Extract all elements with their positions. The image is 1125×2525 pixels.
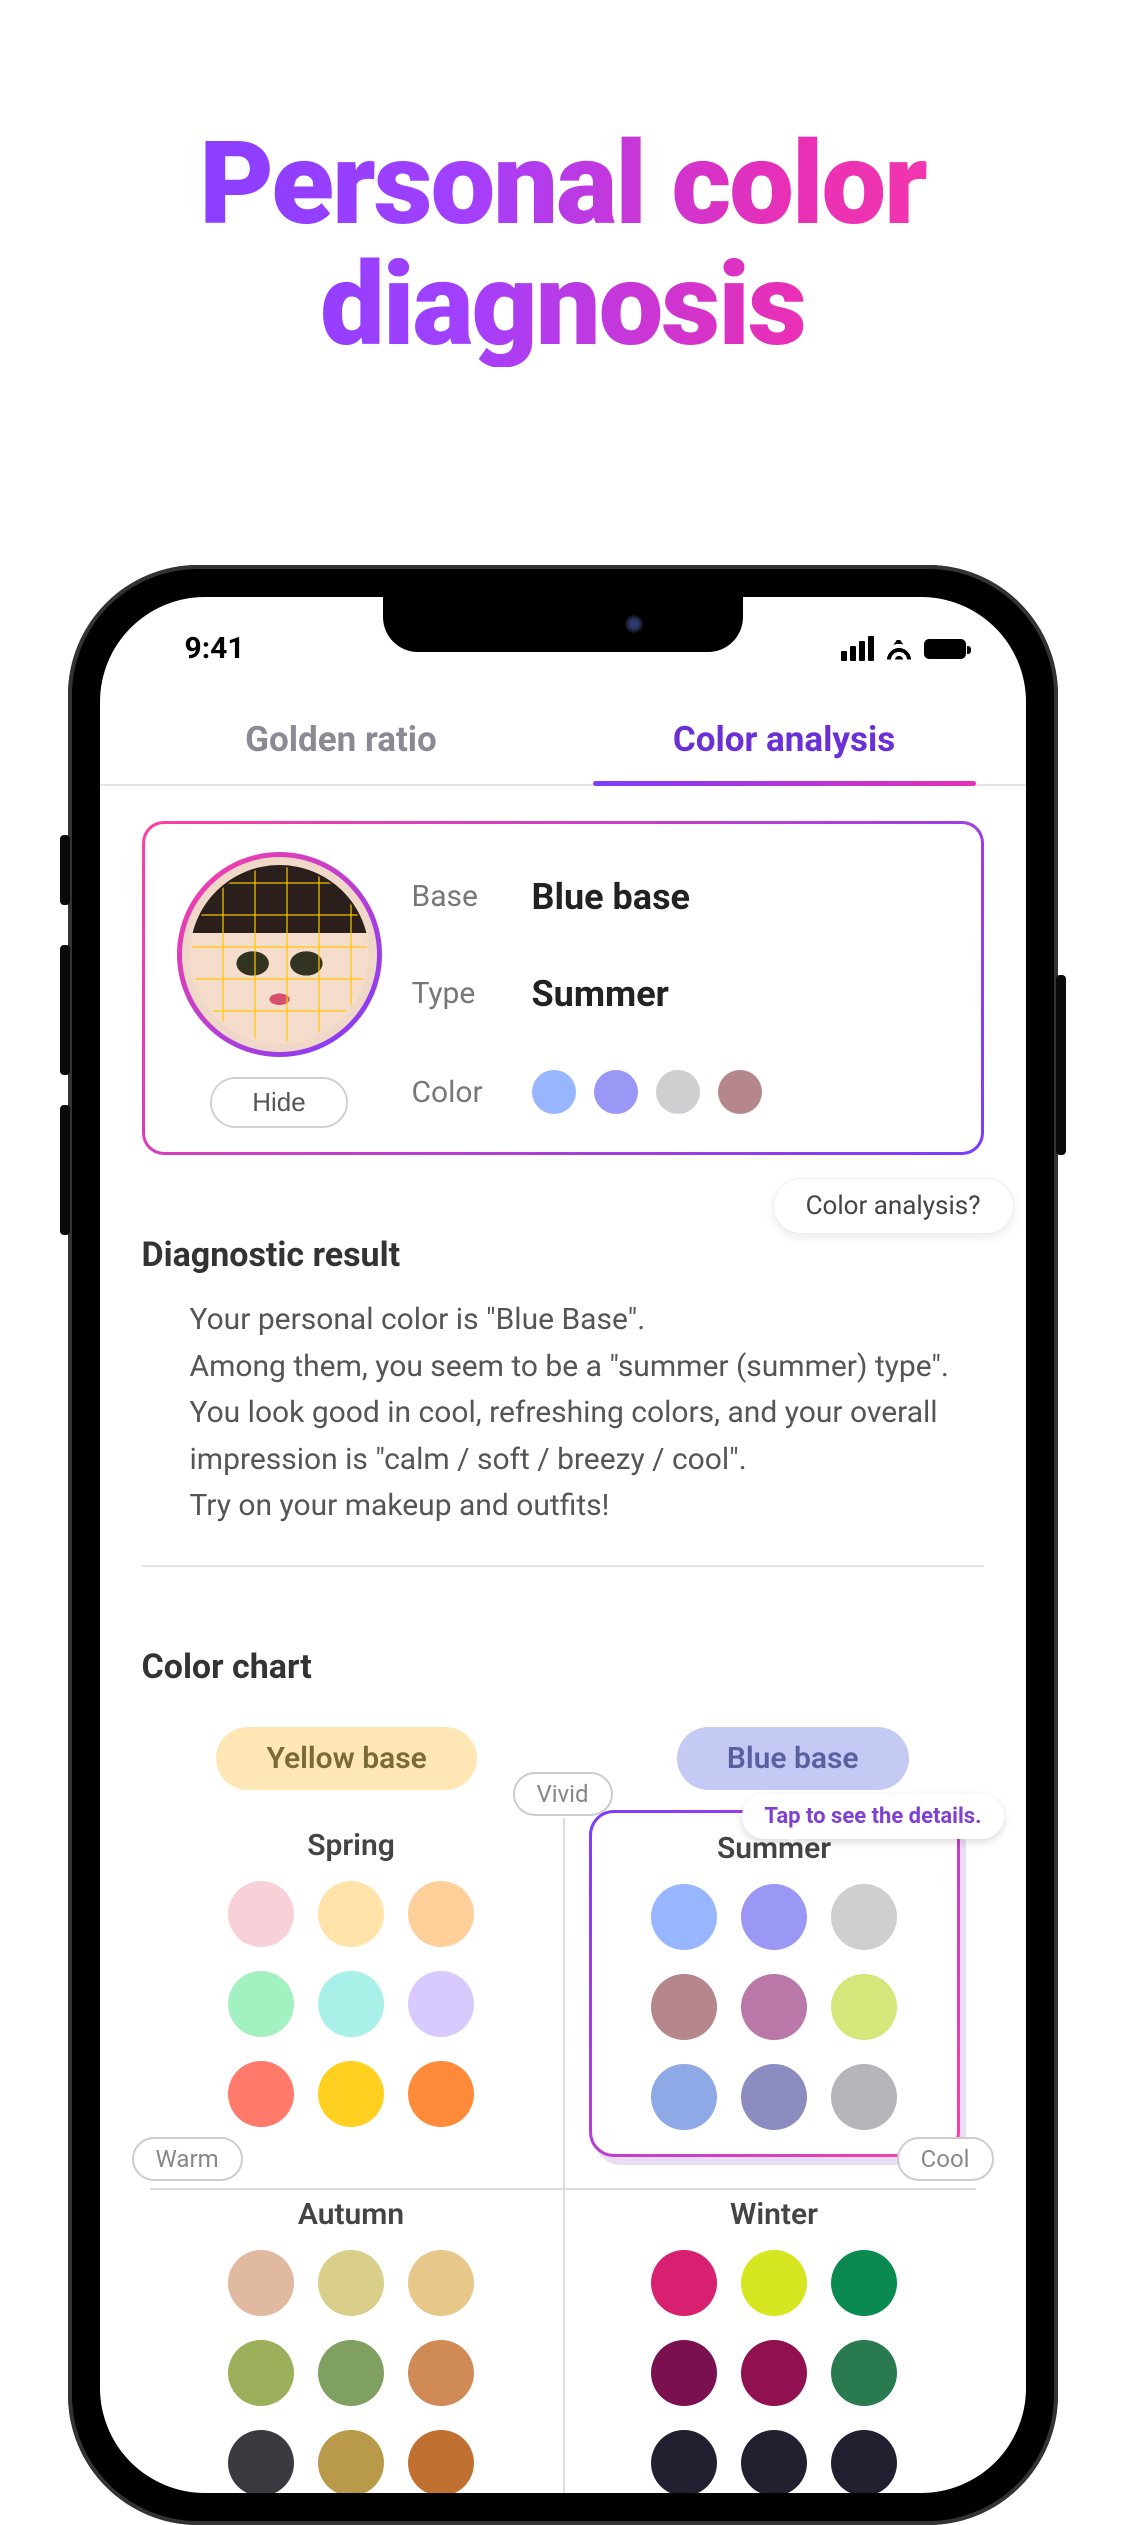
diagnostic-text: Your personal color is "Blue Base". Amon… xyxy=(142,1297,984,1530)
diag-line: Your personal color is "Blue Base". xyxy=(190,1297,972,1344)
color-dot[interactable] xyxy=(831,2064,897,2130)
tab-golden-ratio[interactable]: Golden ratio xyxy=(120,697,563,784)
marketing-headline: Personal color diagnosis xyxy=(0,125,1125,367)
color-dot[interactable] xyxy=(741,2430,807,2494)
diag-line: You look good in cool, refreshing colors… xyxy=(190,1390,972,1483)
result-card: Hide Base Blue base Type Summer Color xyxy=(142,821,984,1155)
season-autumn[interactable]: Autumn xyxy=(170,2197,533,2494)
color-dot[interactable] xyxy=(228,1881,294,1947)
color-dot[interactable] xyxy=(228,2340,294,2406)
status-time: 9:41 xyxy=(185,631,245,666)
volume-down-button xyxy=(60,1105,70,1235)
color-dot[interactable] xyxy=(831,2250,897,2316)
tab-bar: Golden ratio Color analysis xyxy=(100,697,1026,786)
color-dot[interactable] xyxy=(651,2430,717,2494)
base-value: Blue base xyxy=(532,876,762,918)
color-dot[interactable] xyxy=(318,2430,384,2494)
season-label: Spring xyxy=(170,1828,533,1863)
chart-title: Color chart xyxy=(142,1647,984,1687)
swatch xyxy=(532,1070,576,1114)
season-spring[interactable]: Spring xyxy=(170,1828,533,2157)
color-dot[interactable] xyxy=(651,2250,717,2316)
season-summer[interactable]: Tap to see the details. Summer xyxy=(593,1828,956,2157)
color-dot[interactable] xyxy=(651,2064,717,2130)
diag-line: Try on your makeup and outfits! xyxy=(190,1483,972,1530)
color-dot[interactable] xyxy=(318,2250,384,2316)
avatar[interactable] xyxy=(177,852,382,1057)
help-pill[interactable]: Color analysis? xyxy=(773,1178,1014,1234)
season-label: Autumn xyxy=(170,2197,533,2232)
axis-vivid: Vivid xyxy=(512,1772,612,1816)
color-dot[interactable] xyxy=(408,2061,474,2127)
power-button xyxy=(1056,975,1066,1155)
color-dot[interactable] xyxy=(318,1971,384,2037)
type-label: Type xyxy=(412,976,532,1011)
color-dot[interactable] xyxy=(228,2430,294,2494)
color-dot[interactable] xyxy=(831,2340,897,2406)
color-chart: Yellow base Blue base Vivid Warm Cool Sp… xyxy=(142,1727,984,2494)
season-label: Winter xyxy=(593,2197,956,2232)
color-dot[interactable] xyxy=(408,2340,474,2406)
side-button xyxy=(60,835,70,905)
diagnostic-title: Diagnostic result xyxy=(142,1235,984,1275)
divider xyxy=(142,1565,984,1567)
base-label: Base xyxy=(412,879,532,914)
swatch xyxy=(656,1070,700,1114)
phone-screen: 9:41 Golden ratio Color analysis xyxy=(100,597,1026,2493)
color-dot[interactable] xyxy=(651,2340,717,2406)
battery-icon xyxy=(924,639,966,659)
color-dot[interactable] xyxy=(741,1974,807,2040)
wifi-icon xyxy=(884,638,914,660)
color-dot[interactable] xyxy=(741,2250,807,2316)
color-dot[interactable] xyxy=(831,1974,897,2040)
axis-warm: Warm xyxy=(132,2137,243,2181)
volume-up-button xyxy=(60,945,70,1075)
status-icons xyxy=(841,636,966,661)
color-dot[interactable] xyxy=(831,2430,897,2494)
content-area: Hide Base Blue base Type Summer Color xyxy=(100,786,1026,2493)
color-dot[interactable] xyxy=(318,1881,384,1947)
color-dot[interactable] xyxy=(408,1881,474,1947)
swatch xyxy=(718,1070,762,1114)
color-dot[interactable] xyxy=(318,2061,384,2127)
color-dot[interactable] xyxy=(651,1974,717,2040)
color-label: Color xyxy=(412,1075,532,1110)
phone-notch xyxy=(383,597,743,652)
color-dot[interactable] xyxy=(228,2061,294,2127)
yellow-base-pill[interactable]: Yellow base xyxy=(216,1727,476,1790)
cellular-icon xyxy=(841,636,874,661)
color-dot[interactable] xyxy=(228,1971,294,2037)
phone-frame: 9:41 Golden ratio Color analysis xyxy=(68,565,1058,2525)
color-dot[interactable] xyxy=(228,2250,294,2316)
color-dot[interactable] xyxy=(408,2250,474,2316)
color-dot[interactable] xyxy=(408,2430,474,2494)
type-value: Summer xyxy=(532,973,762,1015)
diag-line: Among them, you seem to be a "summer (su… xyxy=(190,1344,972,1391)
color-dot[interactable] xyxy=(741,2340,807,2406)
color-dot[interactable] xyxy=(651,1884,717,1950)
result-swatches xyxy=(532,1070,762,1114)
tooltip: Tap to see the details. xyxy=(742,1794,1003,1839)
tab-color-analysis[interactable]: Color analysis xyxy=(563,697,1006,784)
blue-base-pill[interactable]: Blue base xyxy=(677,1727,909,1790)
color-dot[interactable] xyxy=(831,1884,897,1950)
swatch xyxy=(594,1070,638,1114)
color-dot[interactable] xyxy=(318,2340,384,2406)
axis-cool: Cool xyxy=(897,2137,994,2181)
season-winter[interactable]: Winter xyxy=(593,2197,956,2494)
color-dot[interactable] xyxy=(741,1884,807,1950)
hide-button[interactable]: Hide xyxy=(210,1077,347,1128)
color-dot[interactable] xyxy=(408,1971,474,2037)
color-dot[interactable] xyxy=(741,2064,807,2130)
